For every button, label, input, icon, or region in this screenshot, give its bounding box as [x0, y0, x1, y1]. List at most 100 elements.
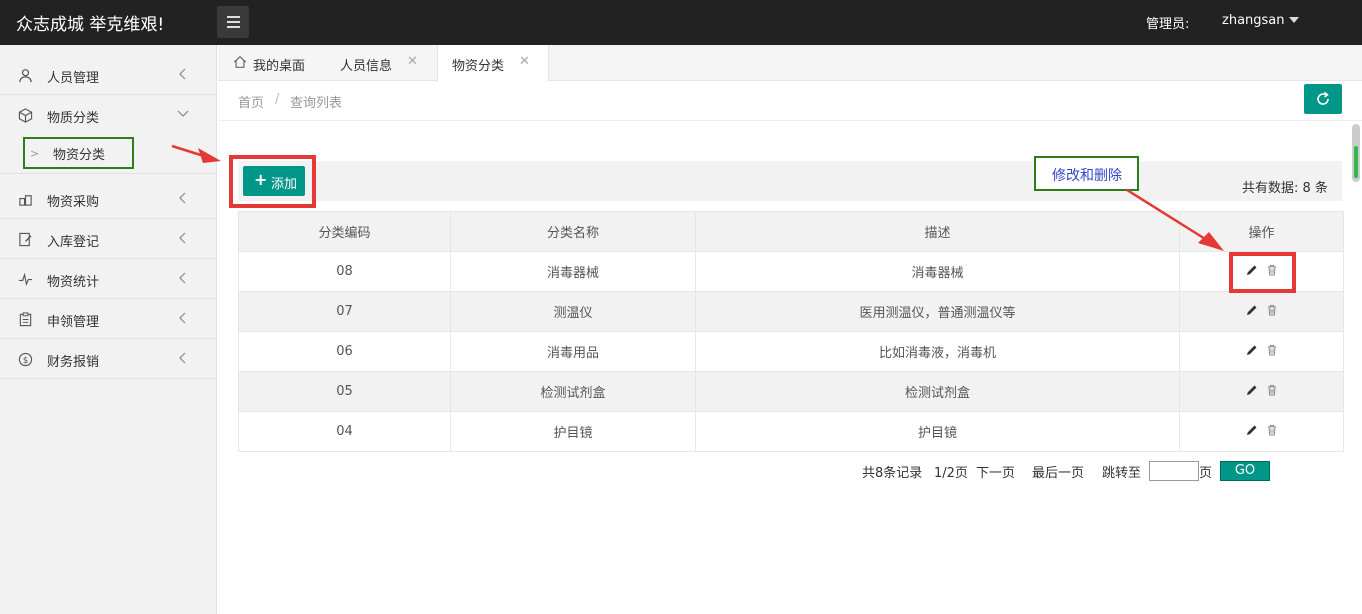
column-header: 描述	[695, 211, 1180, 252]
chevron-left-icon	[179, 312, 186, 324]
pager-jump-label: 跳转至	[1102, 466, 1142, 481]
edit-icon[interactable]	[1246, 304, 1258, 316]
cell-actions	[1179, 331, 1344, 372]
column-header: 分类名称	[450, 211, 696, 252]
chevron-left-icon	[179, 232, 186, 244]
trash-icon[interactable]	[1266, 384, 1278, 396]
chevron-down-icon	[177, 110, 189, 117]
box-icon	[18, 108, 33, 123]
close-icon[interactable]: ✕	[519, 54, 530, 69]
cell-name: 消毒用品	[450, 331, 696, 372]
annotation-label: 修改和删除	[1052, 168, 1122, 184]
cell-name: 测温仪	[450, 291, 696, 332]
sidebar-item-storage[interactable]: 入库登记	[0, 219, 217, 259]
breadcrumb-home[interactable]: 首页	[238, 92, 264, 111]
clipboard-icon	[19, 312, 32, 327]
annotation-green-box	[23, 137, 134, 169]
tab-personnel-info[interactable]: 人员信息 ✕	[324, 45, 437, 81]
sidebar-item-label: 物资统计	[47, 275, 100, 290]
sidebar-item-personnel[interactable]: 人员管理	[0, 55, 217, 95]
cell-desc: 消毒器械	[695, 251, 1180, 292]
breadcrumb-current: 查询列表	[290, 96, 343, 111]
breadcrumb-separator: /	[275, 92, 280, 107]
app-title: 众志成城 举克维艰!	[16, 15, 165, 35]
cell-name: 消毒器械	[450, 251, 696, 292]
home-icon	[233, 56, 247, 68]
table-row: 04 护目镜 护目镜	[238, 411, 1344, 452]
table-row: 07 测温仪 医用测温仪，普通测温仪等	[238, 291, 1344, 332]
hamburger-icon	[226, 16, 240, 18]
cell-desc: 检测试剂盒	[695, 371, 1180, 412]
cart-icon	[19, 195, 32, 206]
refresh-icon	[1317, 91, 1329, 105]
sidebar-item-purchase[interactable]: 物资采购	[0, 179, 217, 219]
cell-code: 05	[238, 371, 451, 412]
go-button[interactable]: GO	[1220, 461, 1270, 481]
cell-desc: 护目镜	[695, 411, 1180, 452]
table-row: 05 检测试剂盒 检测试剂盒	[238, 371, 1344, 412]
pager-last-link[interactable]: 最后一页	[1032, 462, 1084, 481]
trash-icon[interactable]	[1266, 304, 1278, 316]
tab-my-desktop[interactable]: 我的桌面	[218, 45, 324, 81]
toolbar	[238, 161, 1342, 201]
pager-page-info: 1/2页	[934, 466, 968, 481]
cell-code: 07	[238, 291, 451, 332]
refresh-button[interactable]	[1304, 84, 1342, 114]
sidebar-item-label: 入库登记	[47, 235, 100, 250]
tab-label: 物资分类	[452, 59, 505, 74]
cell-code: 08	[238, 251, 451, 292]
table-row: 06 消毒用品 比如消毒液，消毒机	[238, 331, 1344, 372]
data-table: 分类编码 分类名称 描述 操作 08 消毒器械 消毒器械 07 测温仪 医用测温…	[238, 211, 1344, 452]
register-icon	[19, 232, 32, 247]
chevron-left-icon	[179, 272, 186, 284]
scrollbar-thumb[interactable]	[1354, 146, 1358, 178]
cell-actions	[1179, 411, 1344, 452]
sidebar-item-material-category[interactable]: 物质分类	[0, 95, 217, 135]
edit-icon[interactable]	[1246, 384, 1258, 396]
tab-label: 人员信息	[340, 59, 393, 74]
annotation-red-box	[1229, 252, 1296, 293]
cell-actions	[1179, 371, 1344, 412]
cell-code: 04	[238, 411, 451, 452]
table-row: 08 消毒器械 消毒器械	[238, 251, 1344, 292]
tab-label: 我的桌面	[253, 59, 306, 74]
caret-down-icon[interactable]	[1289, 17, 1299, 23]
sidebar-item-label: 申领管理	[47, 315, 100, 330]
chevron-left-icon	[179, 352, 186, 364]
close-icon[interactable]: ✕	[407, 54, 418, 69]
breadcrumb: 首页 / 查询列表	[218, 81, 1362, 121]
menu-toggle-button[interactable]	[217, 6, 249, 38]
dollar-icon: $	[18, 352, 33, 367]
chevron-left-icon	[179, 68, 186, 80]
sidebar-item-label: 物质分类	[47, 111, 100, 126]
edit-icon[interactable]	[1246, 344, 1258, 356]
tab-supply-category[interactable]: 物资分类 ✕	[437, 45, 549, 82]
cell-name: 护目镜	[450, 411, 696, 452]
trash-icon[interactable]	[1266, 424, 1278, 436]
sidebar-item-statistics[interactable]: 物资统计	[0, 259, 217, 299]
pager-page-suffix: 页	[1199, 466, 1213, 481]
sidebar-item-requisition[interactable]: 申领管理	[0, 299, 217, 339]
admin-label: 管理员:	[1146, 17, 1190, 32]
total-count: 共有数据: 8 条	[1242, 181, 1328, 196]
user-menu[interactable]: zhangsan	[1222, 13, 1285, 28]
chevron-left-icon	[179, 192, 186, 204]
cell-desc: 比如消毒液，消毒机	[695, 331, 1180, 372]
annotation-red-box	[229, 155, 316, 208]
chart-pulse-icon	[18, 272, 33, 287]
sidebar-item-finance[interactable]: $ 财务报销	[0, 339, 217, 379]
pager-next-link[interactable]: 下一页	[976, 462, 1015, 481]
trash-icon[interactable]	[1266, 344, 1278, 356]
pager-total: 共8条记录	[862, 466, 923, 481]
person-icon	[19, 69, 32, 83]
tab-bar: 我的桌面 人员信息 ✕ 物资分类 ✕	[218, 45, 1362, 82]
edit-icon[interactable]	[1246, 424, 1258, 436]
svg-text:$: $	[23, 355, 28, 365]
cell-code: 06	[238, 331, 451, 372]
page-jump-input[interactable]	[1149, 461, 1199, 481]
cell-name: 检测试剂盒	[450, 371, 696, 412]
cell-actions	[1179, 291, 1344, 332]
column-header: 分类编码	[238, 211, 451, 252]
sidebar-item-label: 人员管理	[47, 71, 100, 86]
top-bar: 众志成城 举克维艰! 管理员: zhangsan	[0, 0, 1362, 45]
